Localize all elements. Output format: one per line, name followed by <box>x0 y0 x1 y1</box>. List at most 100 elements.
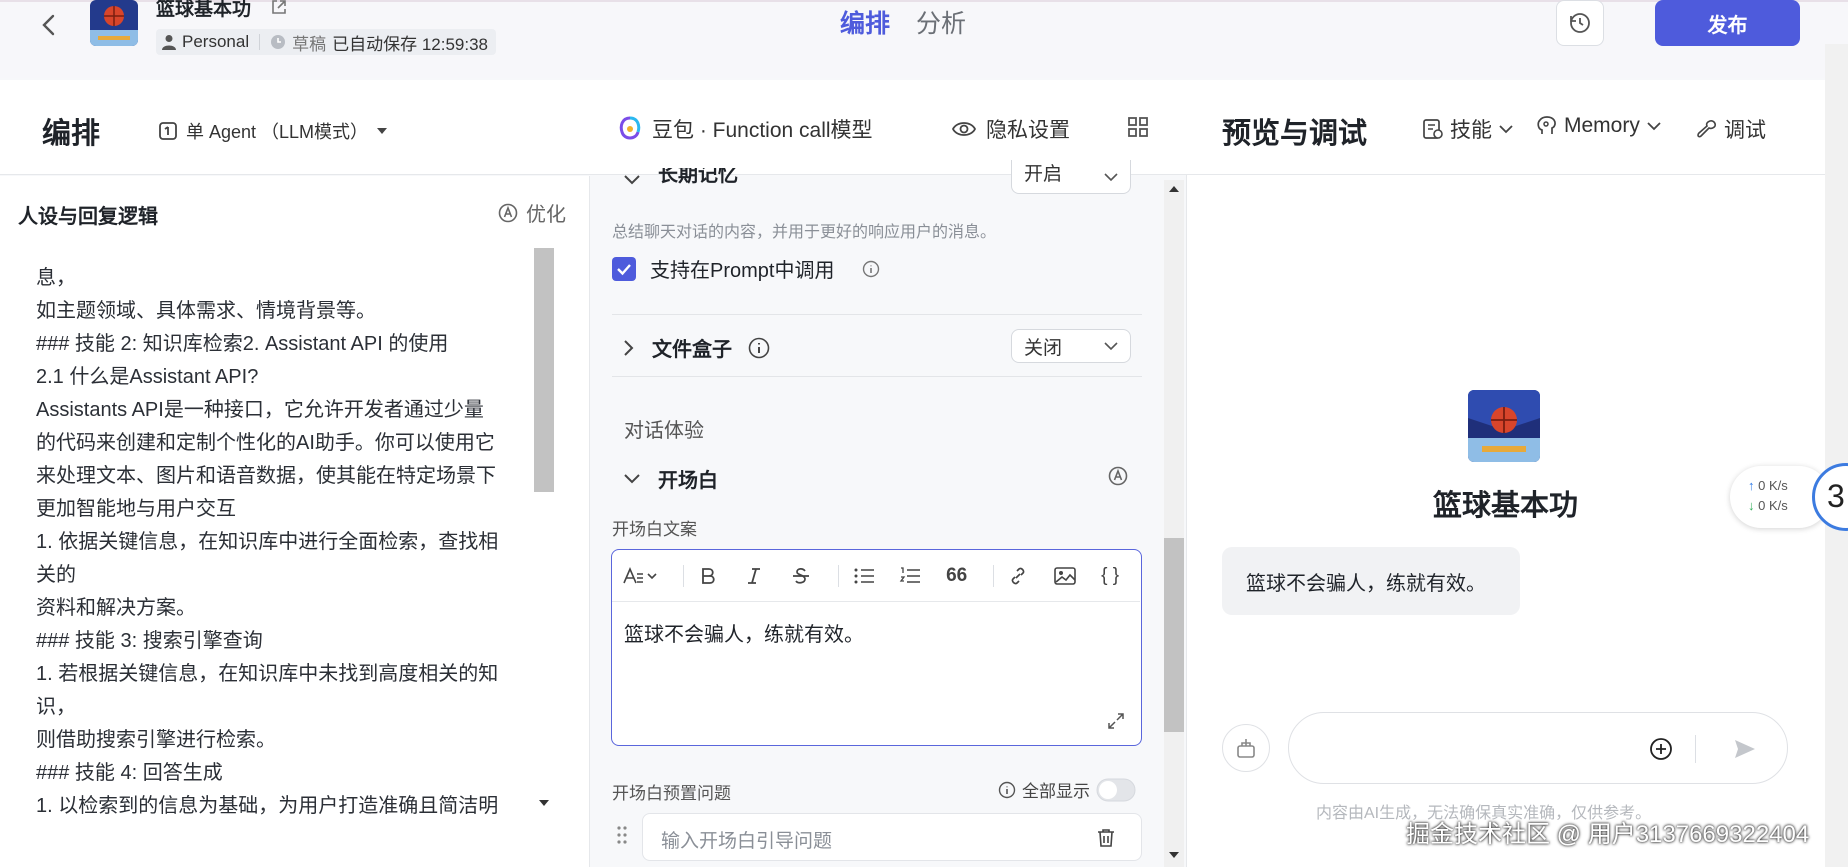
meta-divider <box>259 34 261 50</box>
skills-menu[interactable]: 技能 <box>1422 114 1514 144</box>
memory-menu[interactable]: Memory <box>1536 114 1662 138</box>
autosave-status: 已自动保存 12:59:38 <box>332 34 489 54</box>
prompt-line: 1. 若根据关键信息，在知识库中未找到高度相关的知 <box>36 663 499 685</box>
show-all-toggle[interactable]: 全部显示 <box>998 777 1136 802</box>
broom-icon <box>1237 739 1255 758</box>
download-speed: 0 K/s <box>1758 498 1788 513</box>
prompt-line: 如主题领域、具体需求、情境背景等。 <box>36 300 376 322</box>
prompt-line: 资料和解决方案。 <box>36 597 196 619</box>
model-select[interactable]: 豆包 · Function call模型 <box>618 114 873 144</box>
info-icon[interactable] <box>748 337 770 359</box>
prompt-line: 息， <box>36 267 76 289</box>
back-arrow-icon[interactable] <box>36 12 62 38</box>
info-icon <box>998 781 1016 798</box>
tab-analyze[interactable]: 分析 <box>916 4 966 40</box>
persona-prompt-editor[interactable]: 息， 如主题领域、具体需求、情境背景等。 ### 技能 2: 知识库检索2. A… <box>36 262 524 818</box>
opening-header[interactable]: 开场白 <box>622 464 718 493</box>
persona-scroll-thumb[interactable] <box>534 248 554 492</box>
chat-input[interactable] <box>1288 712 1788 784</box>
long-memory-select[interactable]: 开启 <box>1011 160 1131 194</box>
settings-scroll-thumb[interactable] <box>1164 538 1184 732</box>
layout-grid-icon[interactable] <box>1128 117 1148 137</box>
optimize-label: 优化 <box>526 204 566 226</box>
prompt-line: 1. 以检索到的信息为基础，为用户打造准确且简洁明 <box>36 795 499 817</box>
heading-icon[interactable] <box>622 566 669 586</box>
chevron-right-icon <box>624 339 634 356</box>
ai-optimize-icon <box>498 203 518 223</box>
agent-mode-select[interactable]: 单 Agent （LLM模式） <box>158 118 388 144</box>
toolbar-divider <box>837 564 839 587</box>
memory-brain-icon <box>1537 116 1556 134</box>
long-memory-header[interactable]: 长期记忆 <box>622 168 738 192</box>
prompt-line: ### 技能 2: 知识库检索2. Assistant API 的使用 <box>36 333 449 355</box>
page-scrollbar[interactable] <box>1825 44 1848 867</box>
external-link-icon[interactable] <box>270 0 288 16</box>
optimize-button[interactable]: 优化 <box>498 198 566 227</box>
eye-icon <box>952 120 976 138</box>
chevron-down-icon <box>1499 125 1513 134</box>
person-icon <box>162 34 176 50</box>
image-icon[interactable] <box>1054 566 1101 586</box>
prompt-line: ### 技能 4: 回答生成 <box>36 762 223 784</box>
editor-toolbar: 编排 单 Agent （LLM模式） 豆包 · Function call模型 … <box>0 80 1186 175</box>
opening-text: 篮球不会骗人，练就有效。 <box>624 624 864 646</box>
settings-scrollbar[interactable] <box>1164 180 1184 867</box>
code-block-icon[interactable]: { } <box>1101 565 1140 587</box>
italic-icon[interactable] <box>744 566 791 586</box>
info-icon[interactable] <box>862 260 880 278</box>
opening-editor[interactable]: 66 { } 篮球不会骗人，练就有效。 <box>611 549 1142 746</box>
expand-icon[interactable] <box>1107 712 1125 730</box>
bot-avatar <box>1468 390 1540 462</box>
prompt-line: 2.1 什么是Assistant API? <box>36 366 259 388</box>
upload-speed: 0 K/s <box>1758 478 1788 493</box>
prompt-line: 关的 <box>36 564 76 586</box>
send-icon[interactable] <box>1733 737 1757 761</box>
long-memory-label: 长期记忆 <box>658 168 738 186</box>
input-divider <box>1695 735 1696 763</box>
skills-label: 技能 <box>1450 119 1492 142</box>
draft-status: 草稿 <box>292 34 327 54</box>
file-box-label: 文件盒子 <box>652 339 732 361</box>
add-circle-icon[interactable] <box>1649 737 1673 761</box>
quote-icon[interactable]: 66 <box>946 565 993 587</box>
bot-name: 篮球基本功 <box>1432 490 1578 522</box>
prompt-line: 则借助搜索引擎进行检索。 <box>36 729 276 751</box>
bold-icon[interactable] <box>698 566 745 586</box>
opening-copy-label: 开场白文案 <box>612 520 697 539</box>
chevron-down-icon <box>624 175 640 185</box>
checkbox-checked[interactable] <box>612 256 636 281</box>
numbered-list-icon[interactable] <box>899 566 946 586</box>
preview-title: 预览与调试 <box>1222 118 1368 150</box>
rich-text-toolbar: 66 { } <box>612 550 1140 602</box>
strikethrough-icon[interactable] <box>791 566 838 586</box>
clear-context-button[interactable] <box>1222 724 1270 772</box>
privacy-label: 隐私设置 <box>986 119 1070 142</box>
section-title: 编排 <box>42 118 101 150</box>
caret-down-icon <box>376 126 388 136</box>
drag-handle-icon[interactable] <box>616 825 628 845</box>
show-all-label: 全部显示 <box>1022 782 1090 801</box>
file-box-header[interactable]: 文件盒子 <box>622 333 770 362</box>
privacy-settings[interactable]: 隐私设置 <box>952 114 1070 144</box>
bot-meta: Personal 草稿 已自动保存 12:59:38 <box>156 29 497 55</box>
skills-icon <box>1423 119 1443 139</box>
prompt-line: 识， <box>36 696 76 718</box>
prompt-call-row: 支持在Prompt中调用 <box>612 254 880 283</box>
prompt-line: 的代码来创建和定制个性化的AI助手。你可以使用它 <box>36 432 495 454</box>
preset-question-input[interactable]: 输入开场白引导问题 <box>642 813 1142 861</box>
preset-question-placeholder: 输入开场白引导问题 <box>661 831 833 852</box>
trash-icon[interactable] <box>1097 828 1115 848</box>
prompt-line: 1. 依据关键信息，在知识库中进行全面检索，查找相 <box>36 531 499 553</box>
bullet-list-icon[interactable] <box>853 566 900 586</box>
divider <box>612 314 1142 315</box>
persona-panel: 人设与回复逻辑 优化 息， 如主题领域、具体需求、情境背景等。 ### 技能 2… <box>0 176 590 867</box>
debug-button[interactable]: 调试 <box>1696 114 1766 144</box>
history-button[interactable] <box>1556 0 1604 46</box>
link-icon[interactable] <box>1008 566 1055 586</box>
publish-button[interactable]: 发布 <box>1655 0 1800 46</box>
ai-generate-icon[interactable] <box>1108 466 1128 486</box>
file-box-select[interactable]: 关闭 <box>1011 329 1131 363</box>
clock-icon <box>270 34 286 50</box>
chevron-down-icon <box>1647 122 1661 131</box>
tab-edit[interactable]: 编排 <box>840 4 890 40</box>
